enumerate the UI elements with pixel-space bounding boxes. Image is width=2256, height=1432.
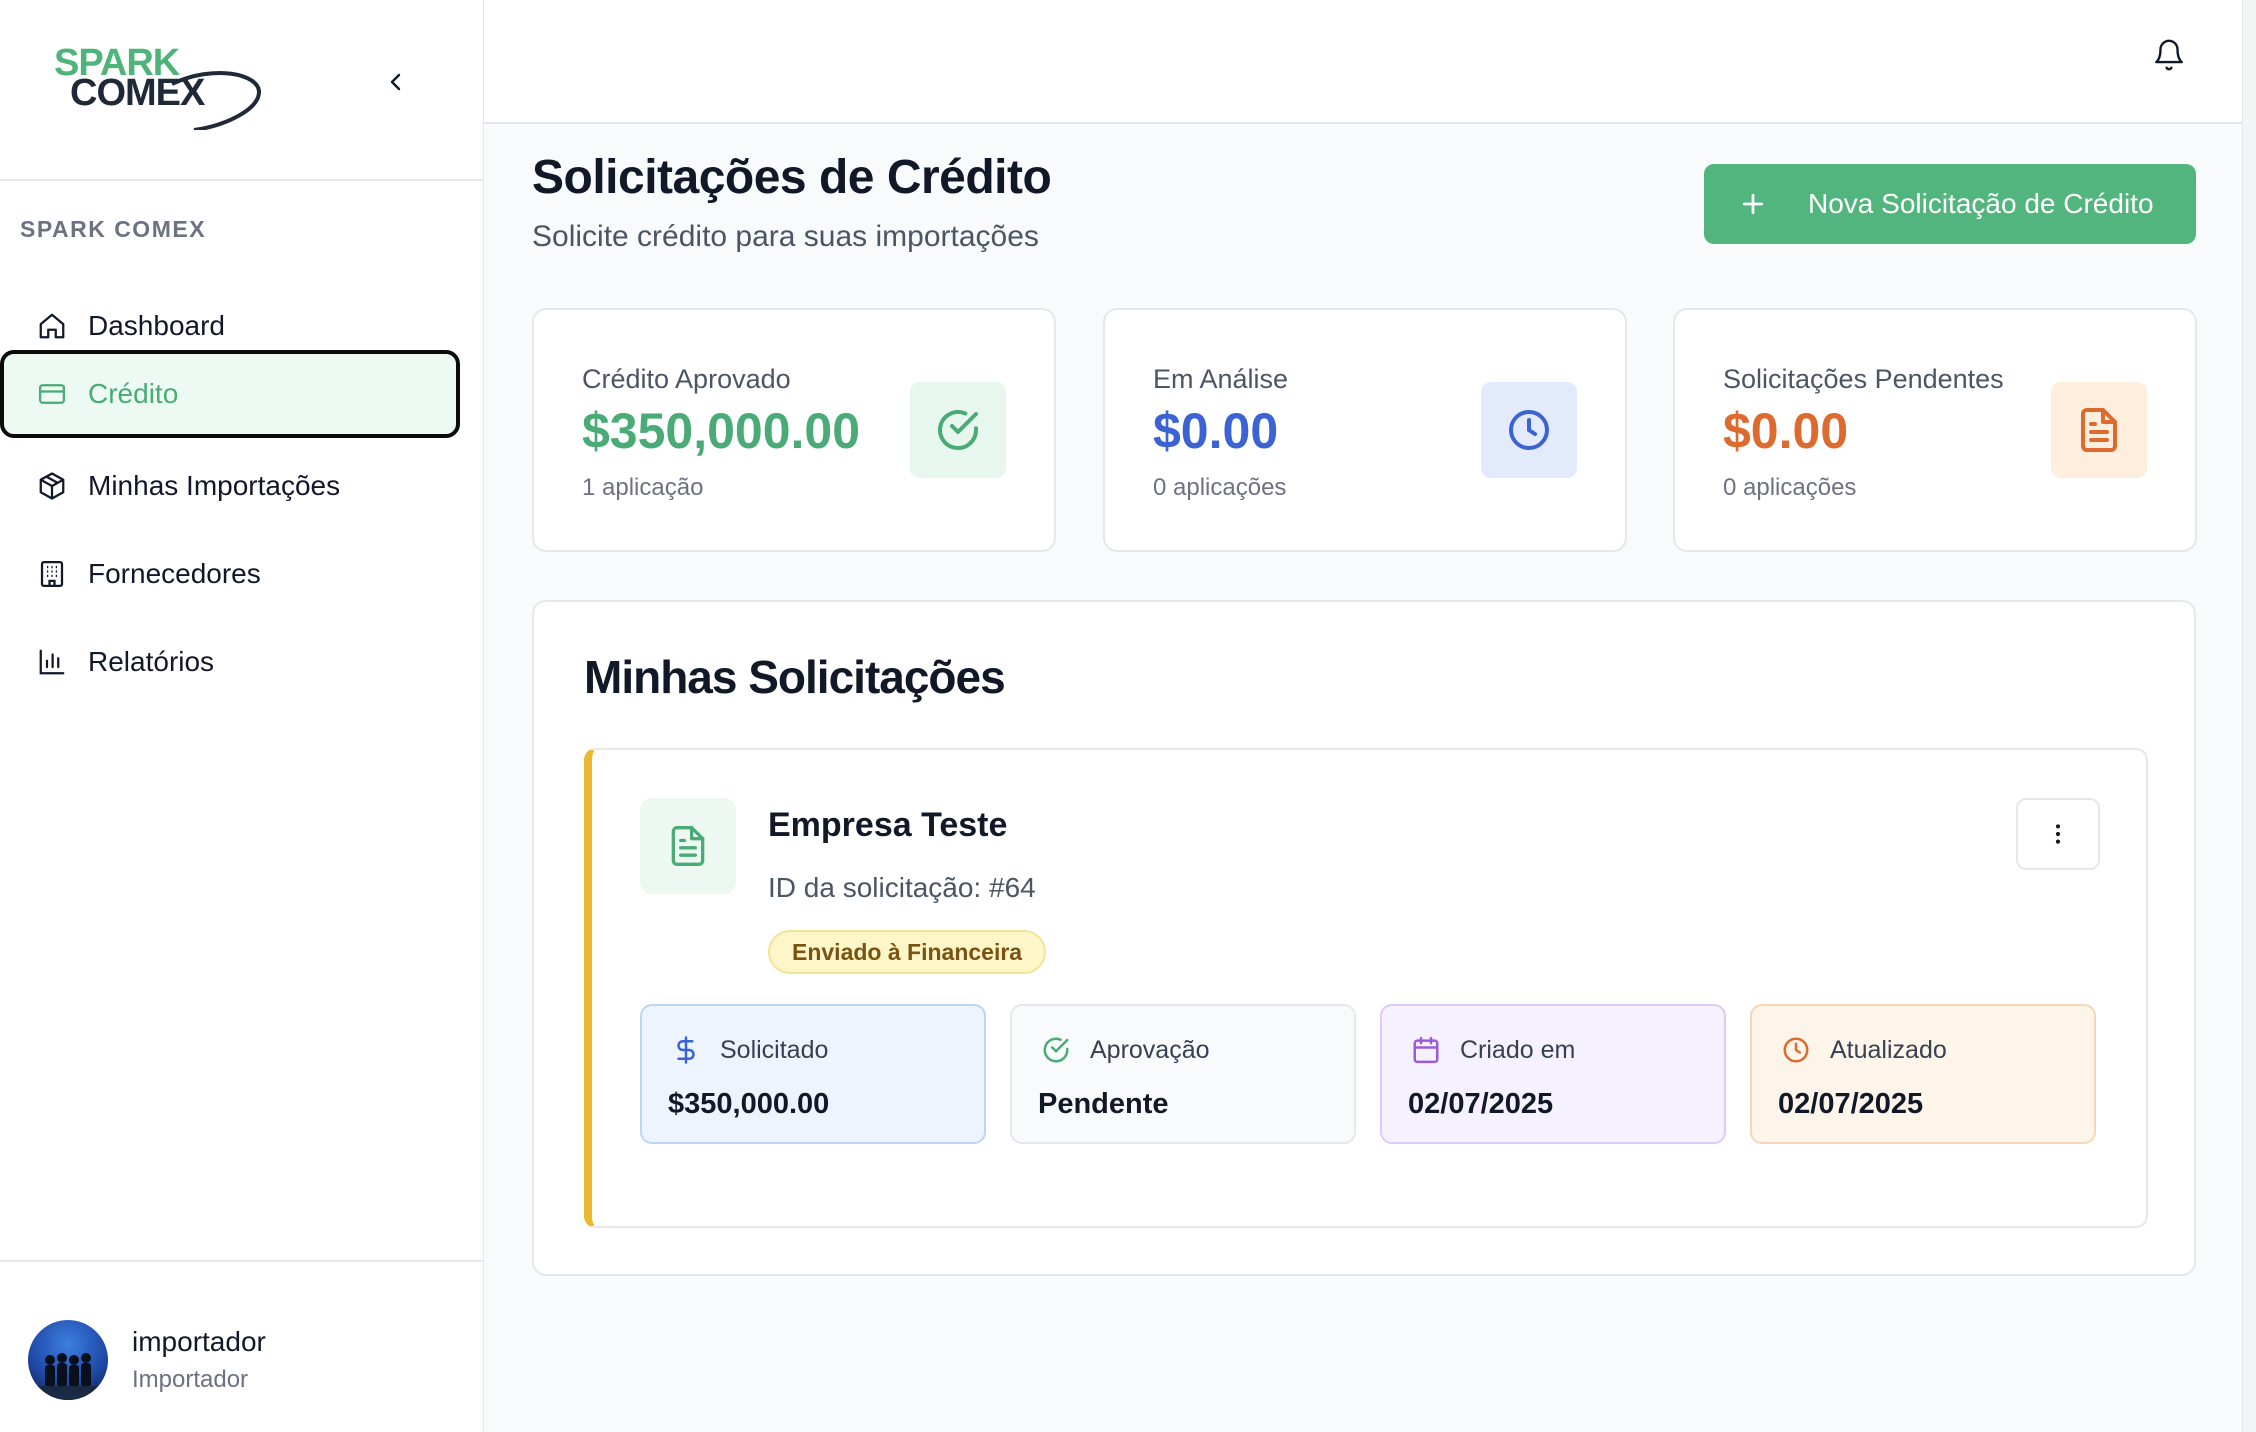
package-icon	[36, 470, 68, 502]
stat-value: $350,000.00	[582, 403, 861, 459]
chevron-left-icon	[390, 73, 401, 91]
info-label: Atualizado	[1830, 1035, 1947, 1064]
stat-label: Em Análise	[1153, 364, 1289, 394]
clock-icon	[1481, 382, 1577, 478]
sidebar-item-importacoes[interactable]: Minhas Importações	[0, 442, 460, 530]
sidebar-item-label: Dashboard	[88, 310, 225, 341]
stat-label: Crédito Aprovado	[582, 364, 791, 394]
building-icon	[36, 558, 68, 590]
request-id: ID da solicitação: #64	[768, 872, 1036, 903]
user-role: Importador	[132, 1366, 249, 1393]
file-text-icon	[2051, 382, 2147, 478]
stat-card-in-analysis: Em Análise $0.00 0 aplicações	[1103, 308, 1627, 552]
scrollbar[interactable]	[2242, 0, 2256, 1432]
request-actions-button[interactable]	[2016, 798, 2100, 870]
top-bar	[484, 0, 2242, 124]
stat-card-approved: Crédito Aprovado $350,000.00 1 aplicação	[532, 308, 1056, 552]
clock-icon	[1780, 1034, 1812, 1066]
dollar-icon	[670, 1034, 702, 1066]
stat-card-pending: Solicitações Pendentes $0.00 0 aplicaçõe…	[1673, 308, 2197, 552]
info-box-updated: Atualizado 02/07/2025	[1750, 1004, 2096, 1144]
request-company: Empresa Teste	[768, 806, 1008, 844]
stat-sub: 0 aplicações	[1153, 474, 1287, 501]
sidebar-item-label: Relatórios	[88, 646, 215, 677]
check-circle-icon	[910, 382, 1006, 478]
notifications-button[interactable]	[2152, 38, 2186, 72]
page-title: Solicitações de Crédito	[532, 151, 1052, 204]
stat-value: $0.00	[1153, 403, 1279, 459]
status-badge: Enviado à Financeira	[768, 930, 1047, 974]
check-circle-icon	[1040, 1034, 1072, 1066]
stat-sub: 1 aplicação	[582, 474, 704, 501]
logo-area: SPARK COMEX	[0, 0, 484, 181]
sidebar: SPARK COMEX SPARK COMEX Dashboard Crédit…	[0, 0, 484, 1432]
page-subtitle: Solicite crédito para suas importações	[532, 220, 1039, 253]
sidebar-item-label: Fornecedores	[88, 558, 261, 589]
info-label: Criado em	[1460, 1035, 1576, 1064]
requests-title: Minhas Solicitações	[584, 651, 1006, 703]
info-label: Solicitado	[720, 1035, 829, 1064]
new-credit-request-label: Nova Solicitação de Crédito	[1808, 188, 2154, 219]
stat-value: $0.00	[1723, 403, 1849, 459]
calendar-icon	[1410, 1034, 1442, 1066]
bar-chart-icon	[36, 646, 68, 678]
info-box-requested: Solicitado $350,000.00	[640, 1004, 986, 1144]
home-icon	[36, 310, 68, 342]
file-text-icon	[640, 798, 736, 894]
stat-sub: 0 aplicações	[1723, 474, 1857, 501]
collapse-sidebar-button[interactable]	[380, 66, 412, 98]
requests-panel: Minhas Solicitações Empresa Teste ID da …	[532, 600, 2196, 1276]
user-profile[interactable]: importador Importador	[0, 1260, 484, 1432]
spark-comex-logo[interactable]: SPARK COMEX	[54, 44, 264, 130]
avatar[interactable]	[28, 1320, 108, 1400]
info-box-created: Criado em 02/07/2025	[1380, 1004, 1726, 1144]
bell-icon	[2155, 39, 2183, 71]
info-value: Pendente	[1038, 1088, 1169, 1120]
info-value: 02/07/2025	[1408, 1088, 1554, 1120]
new-credit-request-button[interactable]: Nova Solicitação de Crédito	[1704, 164, 2196, 244]
info-value: $350,000.00	[668, 1088, 830, 1120]
logo-text-comex: COMEX	[70, 72, 205, 114]
stat-label: Solicitações Pendentes	[1723, 364, 2004, 394]
more-vertical-icon	[2055, 824, 2061, 844]
credit-card-icon	[36, 378, 68, 410]
sidebar-item-label: Crédito	[88, 378, 179, 409]
info-value: 02/07/2025	[1778, 1088, 1924, 1120]
request-card[interactable]: Empresa Teste ID da solicitação: #64 Env…	[584, 748, 2148, 1228]
sidebar-item-fornecedores[interactable]: Fornecedores	[0, 530, 460, 618]
user-name: importador	[132, 1326, 266, 1357]
sidebar-item-relatorios[interactable]: Relatórios	[0, 618, 460, 706]
sidebar-item-credito[interactable]: Crédito	[0, 350, 460, 438]
info-box-approval: Aprovação Pendente	[1010, 1004, 1356, 1144]
plus-icon	[1742, 193, 1764, 215]
sidebar-section-label: SPARK COMEX	[20, 216, 207, 242]
sidebar-item-label: Minhas Importações	[88, 470, 341, 501]
info-label: Aprovação	[1090, 1035, 1210, 1064]
